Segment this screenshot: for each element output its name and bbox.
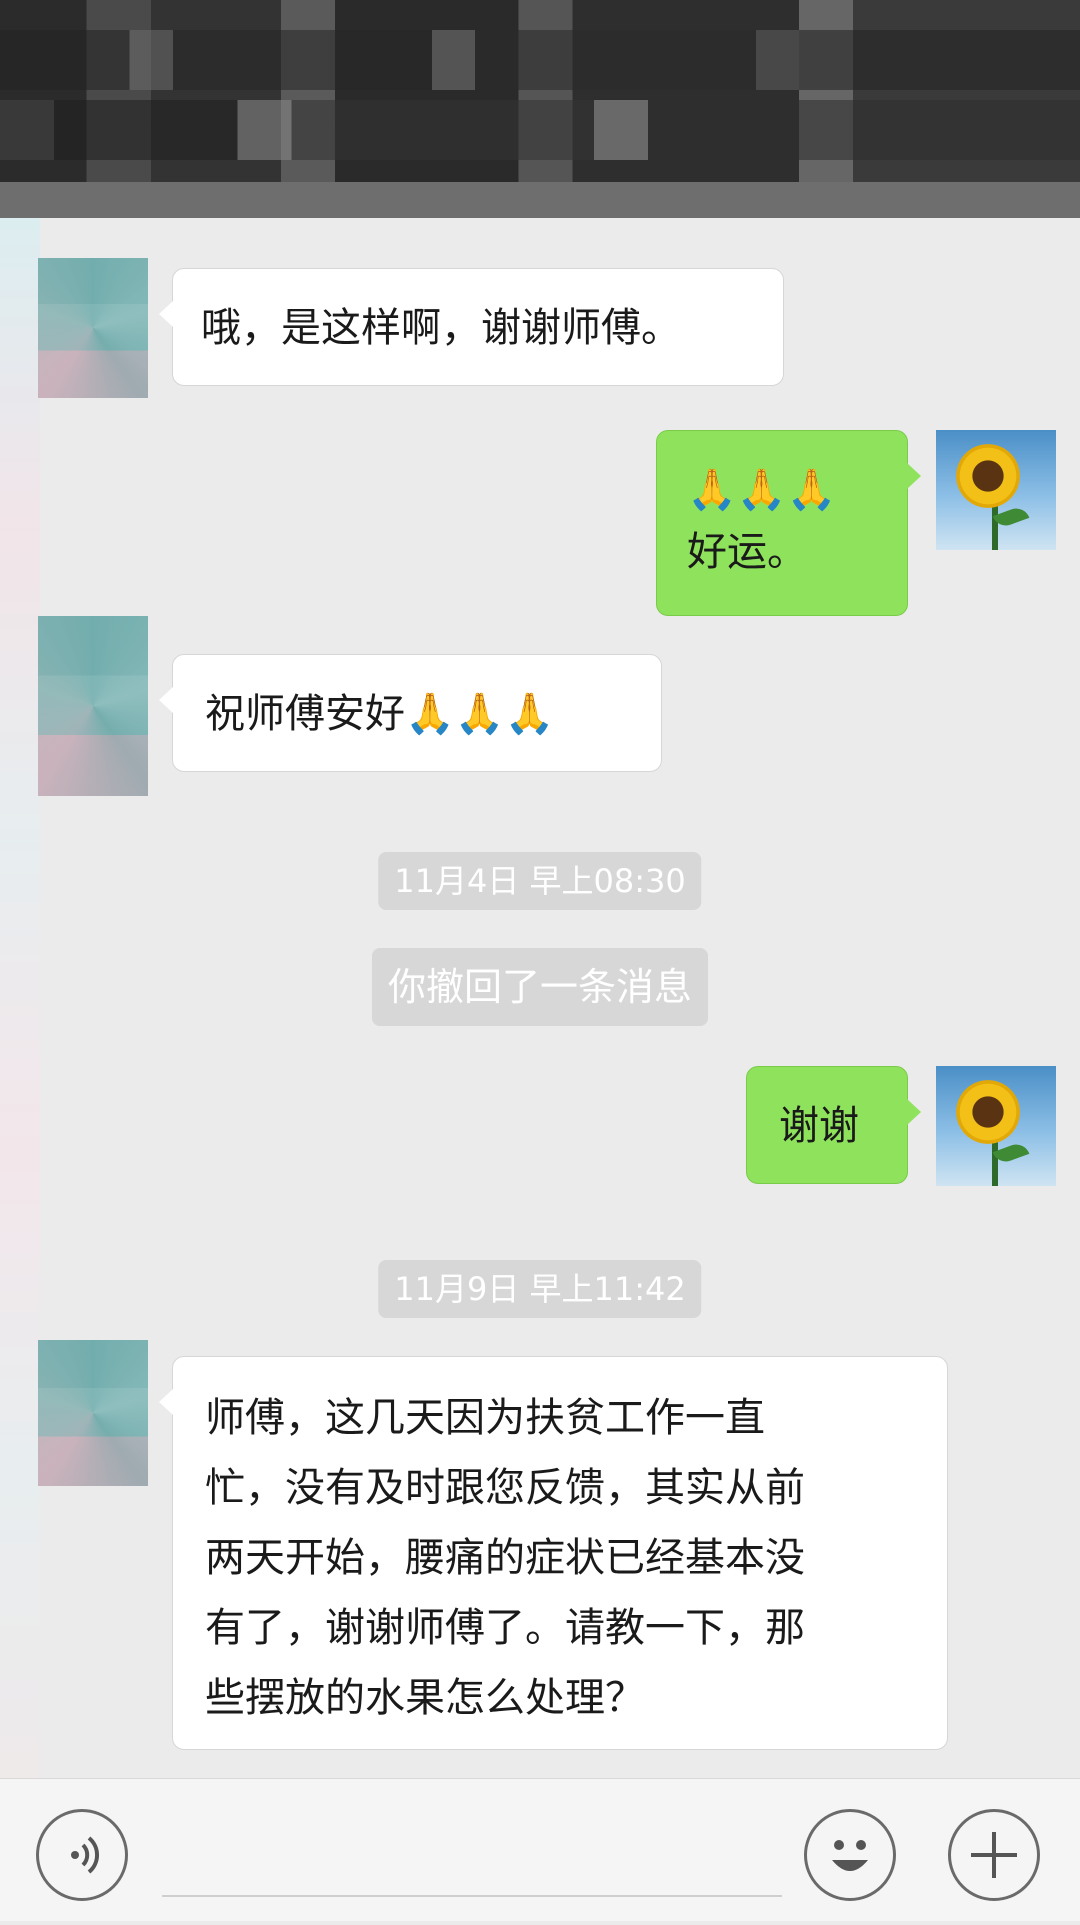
contact-avatar[interactable] [38, 258, 148, 398]
emoji-face-icon [832, 1840, 868, 1871]
received-message-bubble[interactable]: 祝师傅安好🙏🙏🙏 [159, 654, 662, 772]
more-button[interactable] [948, 1809, 1040, 1901]
sent-message-bubble[interactable]: 谢谢 [746, 1066, 921, 1184]
message-line: 忙，没有及时跟您反馈，其实从前 [205, 1465, 805, 1511]
pray-emoji: 🙏🙏🙏 [405, 691, 555, 737]
sent-message-bubble[interactable]: 🙏🙏🙏 好运。 [656, 430, 921, 616]
pray-emoji: 🙏🙏🙏 [687, 467, 837, 513]
message-text: 祝师傅安好 [205, 691, 405, 737]
voice-button[interactable] [36, 1809, 128, 1901]
message-text: 哦，是这样啊，谢谢师傅。 [201, 305, 681, 351]
message-text: 好运。 [687, 529, 807, 575]
left-blur-strip [0, 218, 40, 1778]
header-blur-band [0, 30, 1080, 90]
sunflower-icon [956, 1080, 1020, 1144]
voice-icon [71, 1836, 100, 1874]
message-line: 有了，谢谢师傅了。请教一下，那 [205, 1605, 805, 1651]
header-blur-band [0, 100, 1080, 160]
text-input[interactable] [162, 1895, 782, 1897]
message-line: 些摆放的水果怎么处理？ [205, 1675, 645, 1721]
emoji-button[interactable] [804, 1809, 896, 1901]
contact-avatar[interactable] [38, 1340, 148, 1486]
sunflower-icon [956, 444, 1020, 508]
message-line: 师傅，这几天因为扶贫工作一直 [205, 1395, 765, 1441]
header-bottom-strip [0, 182, 1080, 218]
message-text: 谢谢 [779, 1103, 859, 1149]
message-line: 两天开始，腰痛的症状已经基本没 [205, 1535, 805, 1581]
timestamp: 11月9日 早上11:42 [378, 1260, 702, 1318]
recall-notice: 你撤回了一条消息 [371, 948, 709, 1026]
timestamp: 11月4日 早上08:30 [378, 852, 702, 910]
plus-icon [971, 1832, 1017, 1878]
my-avatar[interactable] [936, 1066, 1056, 1186]
chat-input-bar [0, 1778, 1080, 1921]
contact-avatar[interactable] [38, 616, 148, 796]
received-message-bubble[interactable]: 师傅，这几天因为扶贫工作一直 忙，没有及时跟您反馈，其实从前 两天开始，腰痛的症… [159, 1356, 948, 1750]
my-avatar[interactable] [936, 430, 1056, 550]
received-message-bubble[interactable]: 哦，是这样啊，谢谢师傅。 [159, 268, 784, 386]
blurred-header [0, 0, 1080, 218]
